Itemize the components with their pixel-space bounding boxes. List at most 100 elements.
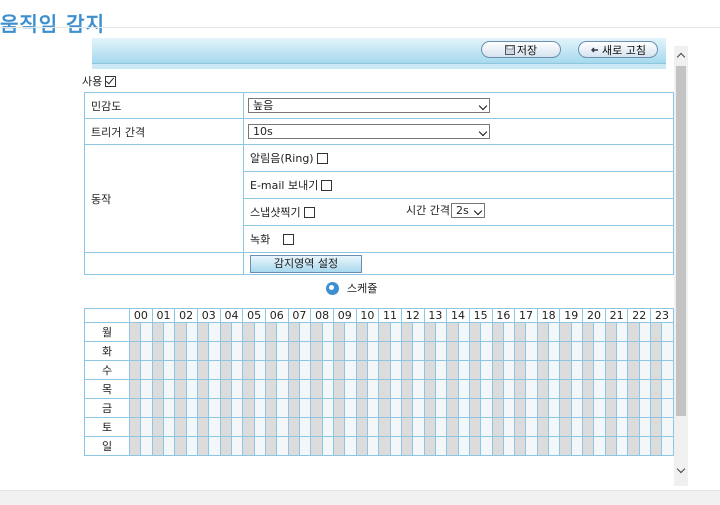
schedule-slot[interactable] — [355, 379, 368, 399]
schedule-slot[interactable] — [570, 398, 584, 418]
schedule-slot[interactable] — [502, 360, 516, 380]
schedule-slot[interactable] — [162, 417, 176, 437]
schedule-slot[interactable] — [389, 417, 402, 437]
refresh-button[interactable]: 새로 고침 — [578, 41, 658, 58]
schedule-slot[interactable] — [151, 436, 164, 456]
schedule-slot[interactable] — [355, 417, 368, 437]
schedule-slot[interactable] — [559, 360, 572, 380]
schedule-slot[interactable] — [627, 379, 640, 399]
schedule-slot[interactable] — [423, 360, 436, 380]
schedule-slot[interactable] — [219, 360, 232, 380]
schedule-slot[interactable] — [582, 398, 595, 418]
schedule-slot[interactable] — [196, 379, 210, 399]
schedule-slot[interactable] — [446, 436, 459, 456]
schedule-slot[interactable] — [457, 322, 470, 342]
schedule-slot[interactable] — [548, 322, 561, 342]
schedule-slot[interactable] — [389, 360, 402, 380]
schedule-slot[interactable] — [638, 341, 652, 361]
schedule-slot[interactable] — [389, 322, 402, 342]
schedule-slot[interactable] — [480, 417, 493, 437]
schedule-slot[interactable] — [298, 398, 312, 418]
schedule-slot[interactable] — [321, 417, 334, 437]
schedule-slot[interactable] — [616, 341, 629, 361]
schedule-slot[interactable] — [128, 379, 142, 399]
schedule-slot[interactable] — [638, 436, 652, 456]
schedule-slot[interactable] — [604, 417, 618, 437]
schedule-slot[interactable] — [434, 417, 448, 437]
schedule-slot[interactable] — [661, 436, 674, 456]
schedule-slot[interactable] — [287, 322, 300, 342]
schedule-slot[interactable] — [321, 341, 334, 361]
schedule-slot[interactable] — [423, 417, 436, 437]
schedule-slot[interactable] — [332, 436, 346, 456]
schedule-slot[interactable] — [593, 398, 606, 418]
schedule-slot[interactable] — [400, 417, 414, 437]
schedule-slot[interactable] — [559, 341, 572, 361]
schedule-slot[interactable] — [650, 322, 663, 342]
schedule-slot[interactable] — [174, 322, 187, 342]
schedule-slot[interactable] — [604, 360, 618, 380]
schedule-slot[interactable] — [627, 360, 640, 380]
schedule-slot[interactable] — [548, 379, 561, 399]
schedule-slot[interactable] — [661, 360, 674, 380]
schedule-slot[interactable] — [344, 360, 357, 380]
trigger-interval-select[interactable]: 10s — [248, 124, 490, 139]
schedule-slot[interactable] — [400, 341, 414, 361]
schedule-slot[interactable] — [616, 360, 629, 380]
schedule-slot[interactable] — [570, 341, 584, 361]
schedule-slot[interactable] — [593, 360, 606, 380]
schedule-slot[interactable] — [536, 341, 550, 361]
schedule-slot[interactable] — [332, 322, 346, 342]
schedule-slot[interactable] — [128, 436, 142, 456]
schedule-slot[interactable] — [344, 341, 357, 361]
schedule-slot[interactable] — [548, 436, 561, 456]
schedule-slot[interactable] — [310, 417, 323, 437]
schedule-slot[interactable] — [276, 398, 289, 418]
schedule-slot[interactable] — [298, 436, 312, 456]
schedule-slot[interactable] — [162, 379, 176, 399]
schedule-slot[interactable] — [276, 417, 289, 437]
schedule-slot[interactable] — [389, 341, 402, 361]
schedule-slot[interactable] — [627, 436, 640, 456]
schedule-slot[interactable] — [242, 417, 255, 437]
schedule-slot[interactable] — [514, 322, 527, 342]
schedule-slot[interactable] — [468, 398, 482, 418]
schedule-slot[interactable] — [616, 322, 629, 342]
schedule-slot[interactable] — [151, 341, 164, 361]
schedule-slot[interactable] — [468, 322, 482, 342]
schedule-slot[interactable] — [412, 360, 425, 380]
schedule-slot[interactable] — [514, 341, 527, 361]
schedule-slot[interactable] — [559, 379, 572, 399]
schedule-slot[interactable] — [412, 322, 425, 342]
schedule-slot[interactable] — [480, 398, 493, 418]
schedule-slot[interactable] — [502, 341, 516, 361]
schedule-slot[interactable] — [264, 417, 278, 437]
schedule-slot[interactable] — [310, 322, 323, 342]
schedule-slot[interactable] — [140, 360, 153, 380]
schedule-slot[interactable] — [196, 398, 210, 418]
schedule-slot[interactable] — [446, 360, 459, 380]
schedule-slot[interactable] — [264, 322, 278, 342]
schedule-slot[interactable] — [344, 398, 357, 418]
schedule-slot[interactable] — [287, 417, 300, 437]
schedule-slot[interactable] — [378, 322, 391, 342]
schedule-slot[interactable] — [264, 360, 278, 380]
schedule-slot[interactable] — [174, 417, 187, 437]
email-checkbox[interactable] — [321, 179, 333, 191]
schedule-slot[interactable] — [525, 322, 538, 342]
schedule-slot[interactable] — [514, 436, 527, 456]
schedule-slot[interactable] — [321, 436, 334, 456]
schedule-slot[interactable] — [151, 398, 164, 418]
schedule-slot[interactable] — [525, 360, 538, 380]
schedule-slot[interactable] — [661, 379, 674, 399]
schedule-slot[interactable] — [582, 322, 595, 342]
schedule-slot[interactable] — [253, 322, 266, 342]
schedule-slot[interactable] — [400, 360, 414, 380]
schedule-slot[interactable] — [219, 341, 232, 361]
schedule-slot[interactable] — [242, 398, 255, 418]
schedule-slot[interactable] — [638, 379, 652, 399]
schedule-slot[interactable] — [491, 341, 504, 361]
schedule-slot[interactable] — [162, 398, 176, 418]
schedule-slot[interactable] — [457, 398, 470, 418]
schedule-slot[interactable] — [140, 417, 153, 437]
